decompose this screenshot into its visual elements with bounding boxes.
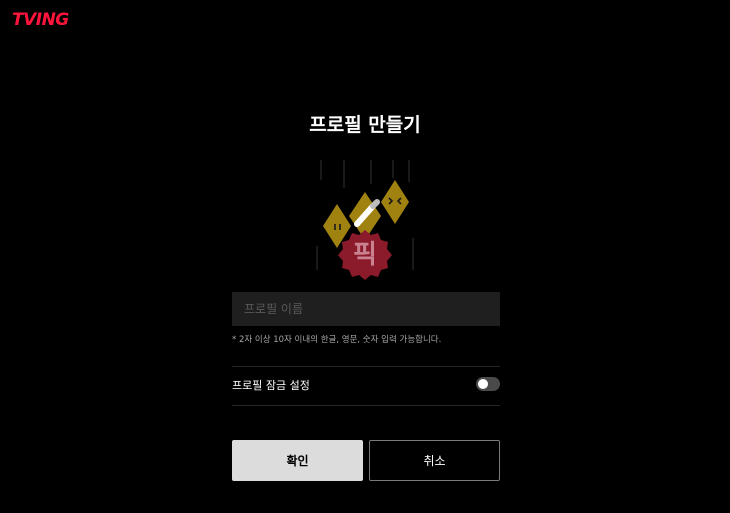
name-hint: * 2자 이상 10자 이내의 한글, 영문, 숫자 입력 가능합니다. <box>232 335 442 345</box>
page-title: 프로필 만들기 <box>309 114 421 136</box>
confirm-button[interactable]: 확인 <box>232 440 363 481</box>
avatar-diamond-right <box>381 180 409 224</box>
profile-lock-label: 프로필 잠금 설정 <box>232 379 310 392</box>
profile-lock-toggle[interactable] <box>476 377 500 391</box>
toggle-knob <box>478 379 488 389</box>
profile-avatar[interactable]: 픽 <box>309 158 421 288</box>
divider <box>232 366 500 367</box>
cancel-button[interactable]: 취소 <box>369 440 500 481</box>
divider <box>232 405 500 406</box>
tving-logo[interactable]: TVING <box>12 12 69 29</box>
avatar-seal-text: 픽 <box>353 240 377 270</box>
profile-name-input[interactable] <box>232 292 500 326</box>
